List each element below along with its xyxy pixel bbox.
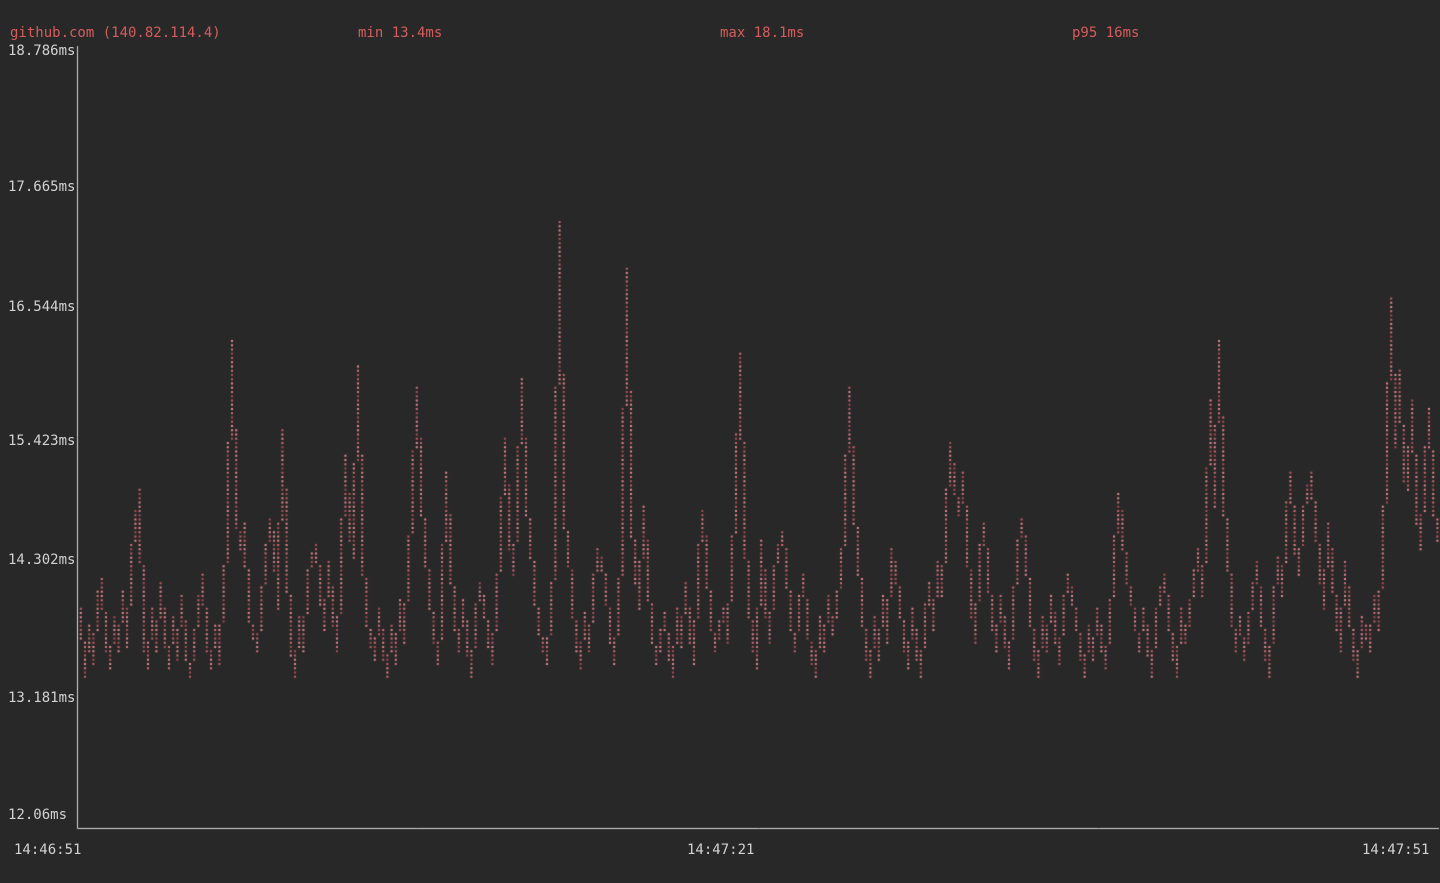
min-latency-stat: min 13.4ms — [358, 25, 442, 42]
y-axis-tick-label: 14.302ms — [8, 552, 75, 568]
p95-latency-stat: p95 16ms — [1072, 25, 1139, 42]
y-axis-tick-label: 15.423ms — [8, 433, 75, 449]
y-axis-tick-label: 17.665ms — [8, 179, 75, 195]
y-axis-tick-label: 13.181ms — [8, 690, 75, 706]
x-axis-tick-label: 14:47:21 — [687, 842, 754, 858]
x-axis-tick-label: 14:47:51 — [1362, 842, 1429, 858]
x-axis-tick-label: 14:46:51 — [14, 842, 81, 858]
ping-target-label: github.com (140.82.114.4) — [10, 25, 221, 42]
y-axis-tick-label: 18.786ms — [8, 43, 75, 59]
latency-chart-canvas — [0, 0, 1440, 883]
y-axis-tick-label: 12.06ms — [8, 807, 67, 823]
max-latency-stat: max 18.1ms — [720, 25, 804, 42]
gping-terminal-screen: github.com (140.82.114.4) min 13.4ms max… — [0, 0, 1440, 883]
y-axis-tick-label: 16.544ms — [8, 299, 75, 315]
